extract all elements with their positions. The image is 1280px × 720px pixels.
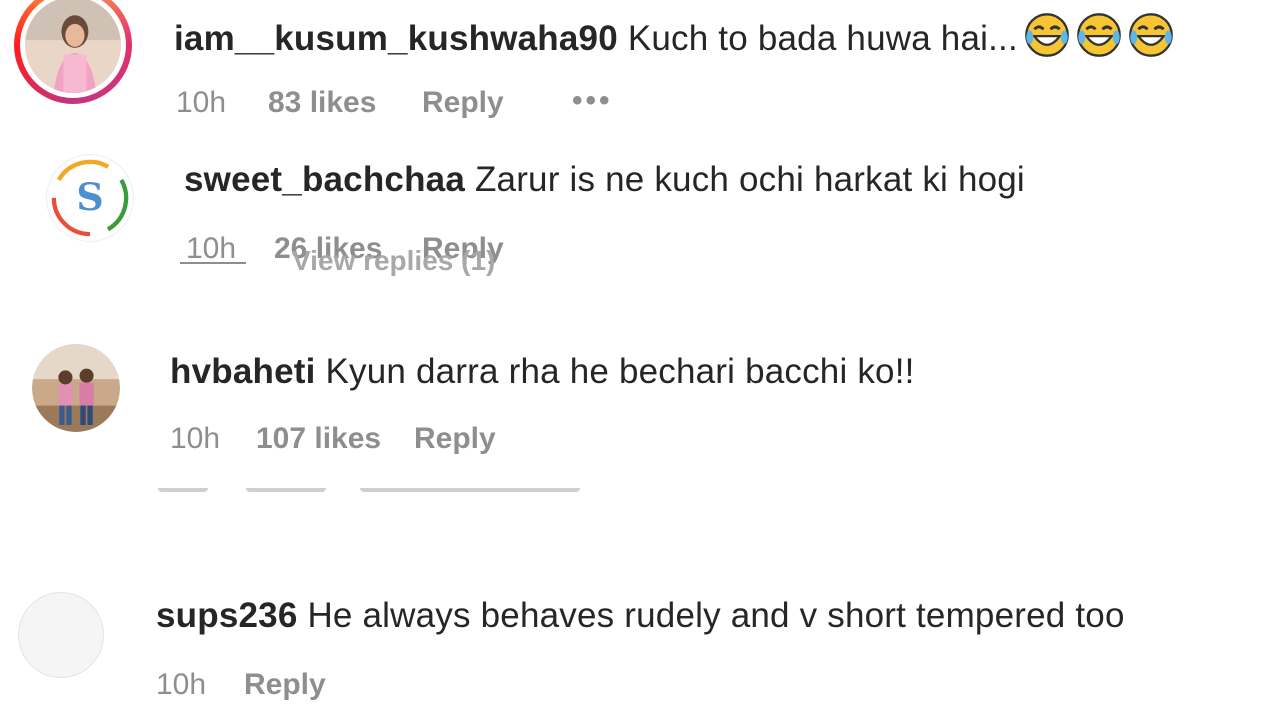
likes-count[interactable]: 107 likes (256, 422, 381, 456)
joy-tears-emoji-icon (1077, 13, 1121, 57)
comment-text: sweet_bachchaa Zarur is ne kuch ochi har… (184, 160, 1025, 200)
comment-meta: 10h 107 likes Reply (170, 422, 530, 456)
comment-meta: 10h Reply (156, 668, 416, 702)
avatar[interactable] (32, 344, 120, 432)
joy-tears-emoji-icon (1025, 13, 1069, 57)
comment-meta: 10h 83 likes Reply ••• (176, 84, 676, 120)
profile-photo-icon (32, 344, 120, 432)
avatar[interactable] (14, 0, 132, 104)
profile-photo-icon (25, 0, 121, 93)
avatar[interactable] (18, 592, 104, 678)
replies-divider (180, 262, 246, 264)
comments-panel: iam__kusum_kushwaha90 Kuch to bada huwa … (0, 0, 1280, 720)
reply-button[interactable]: Reply (244, 668, 326, 702)
avatar[interactable]: S (46, 154, 134, 242)
username[interactable]: sweet_bachchaa (184, 160, 465, 199)
username[interactable]: sups236 (156, 596, 298, 635)
reply-button[interactable]: Reply (414, 422, 496, 456)
likes-count[interactable]: 83 likes (268, 86, 376, 120)
timestamp: 10h (186, 232, 237, 265)
comment-body: Kyun darra rha he bechari bacchi ko!! (325, 352, 915, 391)
joy-tears-emoji-icon (1129, 13, 1173, 57)
comment-text: iam__kusum_kushwaha90 Kuch to bada huwa … (174, 12, 1174, 59)
comment-body: Zarur is ne kuch ochi harkat ki hogi (474, 160, 1025, 199)
logo-s-icon: S (51, 159, 129, 237)
more-options-icon[interactable]: ••• (572, 84, 613, 118)
cropped-row-fragment (150, 488, 610, 514)
comment-body: Kuch to bada huwa hai... (627, 19, 1018, 58)
comment-text: hvbaheti Kyun darra rha he bechari bacch… (170, 352, 915, 392)
reply-button[interactable]: Reply (422, 86, 504, 120)
username[interactable]: iam__kusum_kushwaha90 (174, 19, 618, 58)
timestamp: 10h (176, 86, 227, 119)
comment-text: sups236 He always behaves rudely and v s… (156, 596, 1125, 636)
comment-body: He always behaves rudely and v short tem… (307, 596, 1125, 635)
svg-text:S: S (76, 174, 103, 219)
username[interactable]: hvbaheti (170, 352, 316, 391)
timestamp: 10h (156, 668, 207, 701)
timestamp: 10h (170, 422, 221, 455)
view-replies-link[interactable]: View replies (1) (292, 246, 495, 276)
